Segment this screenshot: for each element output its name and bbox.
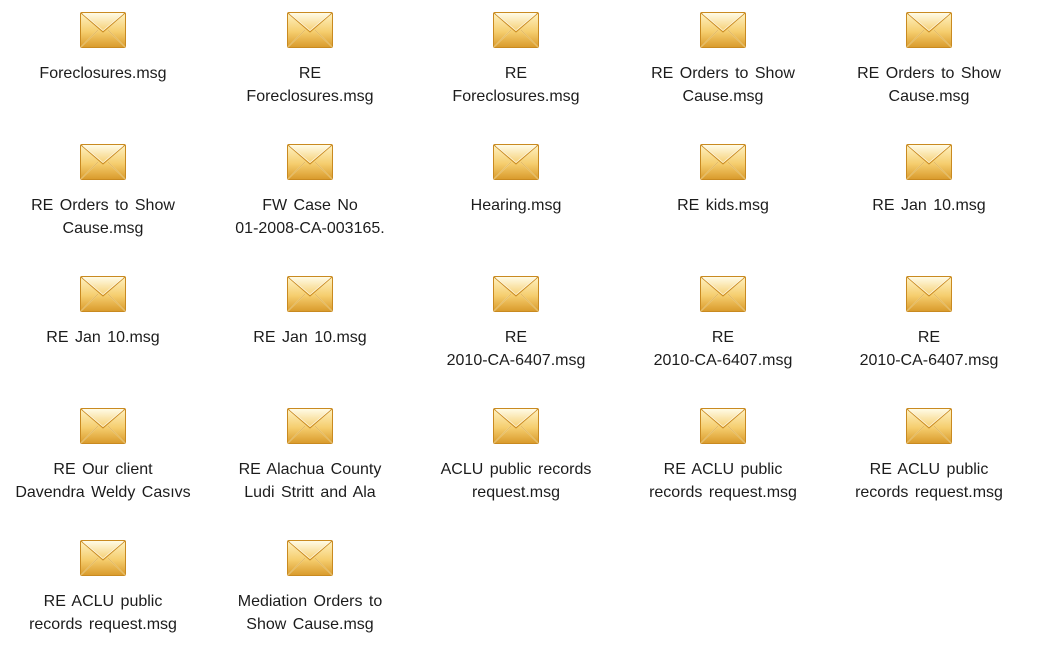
email-message-icon xyxy=(905,274,953,314)
file-item[interactable]: RE ACLU public records request.msg xyxy=(826,396,1032,518)
file-name-label: Mediation Orders to Show Cause.msg xyxy=(237,593,383,633)
file-name-label: RE kids.msg xyxy=(677,197,769,214)
email-message-icon xyxy=(699,274,747,314)
email-message-icon xyxy=(905,10,953,50)
file-item[interactable]: RE Orders to Show Cause.msg xyxy=(826,0,1032,122)
file-name-label: RE Orders to Show Cause.msg xyxy=(651,65,795,105)
file-item[interactable]: RE Alachua County Ludi Stritt and Ala xyxy=(207,396,413,518)
email-message-icon xyxy=(79,142,127,182)
email-message-icon xyxy=(492,406,540,446)
file-item[interactable]: RE kids.msg xyxy=(620,132,826,254)
email-message-icon xyxy=(286,274,334,314)
file-item[interactable]: RE Foreclosures.msg xyxy=(413,0,619,122)
email-message-icon xyxy=(79,10,127,50)
file-name-label: Hearing.msg xyxy=(470,197,562,214)
file-item[interactable]: Hearing.msg xyxy=(413,132,619,254)
email-message-icon xyxy=(492,274,540,314)
file-name-label: RE 2010-CA-6407.msg xyxy=(859,329,999,369)
email-message-icon xyxy=(286,538,334,578)
file-name-label: RE Alachua County Ludi Stritt and Ala xyxy=(238,461,382,501)
file-name-label: FW Case No 01-2008-CA-003165. xyxy=(235,197,385,237)
file-name-label: Foreclosures.msg xyxy=(39,65,167,82)
file-item[interactable]: RE 2010-CA-6407.msg xyxy=(826,264,1032,386)
file-item[interactable]: ACLU public records request.msg xyxy=(413,396,619,518)
file-name-label: RE Jan 10.msg xyxy=(46,329,160,346)
file-item[interactable]: RE Foreclosures.msg xyxy=(207,0,413,122)
file-item[interactable]: RE Our client Davendra Weldy Casıvs xyxy=(0,396,206,518)
file-name-label: RE Our client Davendra Weldy Casıvs xyxy=(15,461,191,501)
file-item[interactable]: RE 2010-CA-6407.msg xyxy=(620,264,826,386)
file-name-label: RE ACLU public records request.msg xyxy=(649,461,797,501)
file-item[interactable]: Mediation Orders to Show Cause.msg xyxy=(207,528,413,650)
email-message-icon xyxy=(905,142,953,182)
file-name-label: RE ACLU public records request.msg xyxy=(29,593,177,633)
email-message-icon xyxy=(492,10,540,50)
email-message-icon xyxy=(492,142,540,182)
file-name-label: RE Orders to Show Cause.msg xyxy=(857,65,1001,105)
file-name-label: RE Orders to Show Cause.msg xyxy=(31,197,175,237)
file-name-label: RE Jan 10.msg xyxy=(872,197,986,214)
file-item[interactable]: FW Case No 01-2008-CA-003165. xyxy=(207,132,413,254)
file-item[interactable]: RE Orders to Show Cause.msg xyxy=(620,0,826,122)
email-message-icon xyxy=(905,406,953,446)
email-message-icon xyxy=(286,10,334,50)
file-name-label: RE ACLU public records request.msg xyxy=(855,461,1003,501)
file-name-label: RE 2010-CA-6407.msg xyxy=(653,329,793,369)
file-item[interactable]: RE Jan 10.msg xyxy=(0,264,206,386)
email-message-icon xyxy=(699,142,747,182)
file-item[interactable]: RE ACLU public records request.msg xyxy=(620,396,826,518)
file-grid: Foreclosures.msg RE Foreclosures.msg RE Fo… xyxy=(0,0,1037,651)
email-message-icon xyxy=(79,274,127,314)
email-message-icon xyxy=(286,142,334,182)
email-message-icon xyxy=(286,406,334,446)
email-message-icon xyxy=(79,406,127,446)
email-message-icon xyxy=(699,406,747,446)
email-message-icon xyxy=(699,10,747,50)
file-item[interactable]: RE ACLU public records request.msg xyxy=(0,528,206,650)
file-item[interactable]: RE Orders to Show Cause.msg xyxy=(0,132,206,254)
file-item[interactable]: RE Jan 10.msg xyxy=(826,132,1032,254)
file-name-label: RE Foreclosures.msg xyxy=(246,65,374,105)
email-message-icon xyxy=(79,538,127,578)
file-item[interactable]: RE 2010-CA-6407.msg xyxy=(413,264,619,386)
file-name-label: RE Foreclosures.msg xyxy=(452,65,580,105)
file-item[interactable]: RE Jan 10.msg xyxy=(207,264,413,386)
file-name-label: ACLU public records request.msg xyxy=(440,461,592,501)
file-item[interactable]: Foreclosures.msg xyxy=(0,0,206,122)
file-name-label: RE 2010-CA-6407.msg xyxy=(446,329,586,369)
file-name-label: RE Jan 10.msg xyxy=(253,329,367,346)
